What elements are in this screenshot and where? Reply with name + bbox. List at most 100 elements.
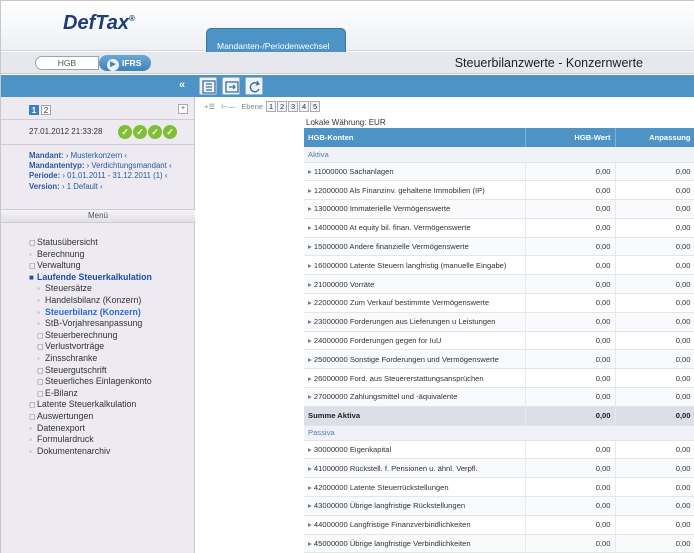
section-row-aktiva: Aktiva [304,147,694,163]
hgb-value-cell: 0,00 [525,274,616,295]
sum-row-aktiva: Summe Aktiva 0,00 0,00 [304,406,694,426]
table-row[interactable]: ▸ 24000000 Forderungen gegen for IuU 0,00… [304,331,694,351]
hgb-value-cell: 0,00 [525,349,616,370]
nav-verlustvortraege[interactable]: ◻Verlustvorträge [29,341,152,353]
nav-marker-icon: ◦ [29,446,32,456]
nav-statusuebersicht[interactable]: ◻Statusübersicht [29,237,152,249]
nav-steuergutschrift[interactable]: ◻Steuergutschrift [29,365,152,377]
export-button[interactable] [222,77,240,95]
nav-berechnung[interactable]: ◦ Berechnung [29,249,152,261]
collapse-all-button[interactable]: ⊢— [221,102,235,111]
page-1-button[interactable]: 1 [29,105,39,115]
nav-steuersaetze[interactable]: ◦ Steuersätze [29,283,152,295]
context-info: Mandant: › Musterkonzern ‹ Mandantentyp:… [29,151,172,192]
nav-label: StB-Vorjahresanpassung [45,318,143,329]
level-label: Ebene [241,102,264,111]
collapse-sidebar-icon[interactable]: « [179,79,185,91]
expand-all-button[interactable]: +☰ [204,102,215,111]
nav-steuerberechnung[interactable]: ◻Steuerberechnung [29,330,152,342]
level-bar: +☰ ⊢— Ebene 12345 [204,101,321,112]
nav-verwaltung[interactable]: ◻Verwaltung [29,260,152,272]
hgb-value-cell: 0,00 [525,515,616,535]
col-header-anpassung[interactable]: Anpassung [615,128,694,147]
table-row[interactable]: ▸ 11000000 Sachanlagen 0,00 0,00 [304,162,694,182]
refresh-button[interactable] [245,77,263,95]
mandantentyp-label: Mandantentyp: [29,161,85,171]
nav-dokumentenarchiv[interactable]: ◦ Dokumentenarchiv [29,446,152,458]
mandantentyp-line[interactable]: Mandantentyp: › Verdichtungsmandant ‹ [29,161,172,171]
table-row[interactable]: ▸ 13000000 Immaterielle Vermögenswerte 0,… [304,199,694,219]
adjustment-cell: 0,00 [615,496,694,516]
hgb-value-cell: 0,00 [525,387,616,407]
nav-zinsschranke[interactable]: ◦ Zinsschranke [29,353,152,365]
account-name: 11000000 Sachanlagen [313,166,394,176]
nav-e-bilanz[interactable]: ◻E-Bilanz [29,388,152,400]
nav-latente-steuerkalkulation[interactable]: ◻Latente Steuerkalkulation [29,399,152,411]
tree-view-icon [202,80,216,94]
account-cell: ▸ 44000000 Langfristige Finanzverbindlic… [304,515,526,535]
nav-label: Berechnung [37,248,85,259]
account-cell: ▸ 21000000 Vorräte [304,274,526,295]
tree-view-button[interactable] [199,77,217,95]
hgb-value-cell: 0,00 [525,180,616,201]
table-row[interactable]: ▸ 26000000 Ford. aus Steuererstattungsan… [304,368,694,389]
level-5-button[interactable]: 5 [310,101,321,112]
nav-handelsbilanz-konzern[interactable]: ◦ Handelsbilanz (Konzern) [29,295,152,307]
table-row[interactable]: ▸ 25000000 Sonstige Forderungen und Verm… [304,349,694,370]
nav-laufende-steuerkalkulation[interactable]: ■ Laufende Steuerkalkulation [29,272,152,284]
table-row[interactable]: ▸ 14000000 At equity bil. finan. Vermöge… [304,218,694,238]
nav-marker-icon: ◻ [29,400,36,410]
table-row[interactable]: ▸ 42000000 Latente Steuerrückstellungen 0… [304,477,694,498]
nav-datenexport[interactable]: ◦ Datenexport [29,423,152,435]
account-name: 41000000 Rückstell. f. Pensionen u. ähnl… [313,463,478,473]
table-row[interactable]: ▸ 21000000 Vorräte 0,00 0,00 [304,274,694,295]
table-row[interactable]: ▸ 27000000 Zahlungsmittel und -äquivalen… [304,387,694,407]
toolbar: « [1,75,694,97]
table-row[interactable]: ▸ 23000000 Forderungen aus Lieferungen u… [304,312,694,332]
nav-marker-icon: ◻ [29,261,36,271]
page-title: Steuerbilanzwerte - Konzernwerte [454,56,643,70]
nav-marker-icon: ◻ [37,342,44,352]
nav-steuerliches-einlagenkonto[interactable]: ◻Steuerliches Einlagenkonto [29,376,152,388]
hgb-toggle[interactable]: HGB [35,56,99,70]
page-2-button[interactable]: 2 [41,105,51,115]
account-name: 42000000 Latente Steuerrückstellungen [313,482,449,492]
col-header-hgb-konten[interactable]: HGB-Konten [304,128,526,147]
ifrs-label: IFRS [122,58,142,68]
hgb-value-cell: 0,00 [525,496,616,516]
table-row[interactable]: ▸ 16000000 Latente Steuern langfristig (… [304,255,694,276]
toggle-knob-icon: ▶ [107,59,119,71]
sidebar-add-button[interactable]: + [178,104,188,114]
status-checks: ✓ ✓ ✓ ✓ [118,122,178,140]
table-row[interactable]: ▸ 30000000 Eigenkapital 0,00 0,00 [304,440,694,460]
table-row[interactable]: ▸ 44000000 Langfristige Finanzverbindlic… [304,515,694,535]
section-label: Passiva [304,425,694,441]
account-cell: ▸ 16000000 Latente Steuern langfristig (… [304,255,526,276]
table-row[interactable]: ▸ 43000000 Übrige langfristige Rückstell… [304,496,694,516]
table-row[interactable]: ▸ 41000000 Rückstell. f. Pensionen u. äh… [304,458,694,479]
nav-stb-vorjahresanpassung[interactable]: ◦ StB-Vorjahresanpassung [29,318,152,330]
level-4-button[interactable]: 4 [299,101,310,112]
level-3-button[interactable]: 3 [288,101,299,112]
hgb-value-cell: 0,00 [525,477,616,498]
hgb-value-cell: 0,00 [525,440,616,460]
level-2-button[interactable]: 2 [277,101,288,112]
mandant-line[interactable]: Mandant: › Musterkonzern ‹ [29,151,172,161]
table-row[interactable]: ▸ 12000000 Als Finanzinv. gehaltene Immo… [304,180,694,201]
level-1-button[interactable]: 1 [266,101,277,112]
deftax-logo: DefTax® [63,12,135,35]
table-row[interactable]: ▸ 22000000 Zum Verkauf bestimmte Vermöge… [304,293,694,313]
adjustment-cell: 0,00 [615,162,694,182]
nav-auswertungen[interactable]: ◻Auswertungen [29,411,152,423]
sum-value: 0,00 [615,406,694,426]
col-header-hgb-wert[interactable]: HGB-Wert [525,128,616,147]
table-row[interactable]: ▸ 45000000 Übrige langfristige Verbindli… [304,534,694,553]
periode-line[interactable]: Periode: › 01.01.2011 - 31.12.2011 (1) ‹ [29,171,172,181]
ifrs-toggle[interactable]: ▶ IFRS [99,55,151,71]
nav-marker-icon: ◦ [37,319,40,329]
table-row[interactable]: ▸ 15000000 Andere finanzielle Vermögensw… [304,237,694,257]
nav-steuerbilanz-konzern[interactable]: ◦ Steuerbilanz (Konzern) [29,307,152,319]
nav-formulardruck[interactable]: ◦ Formulardruck [29,434,152,446]
tab-mandanten-periodenwechsel[interactable]: Mandanten-/Periodenwechsel [206,28,346,52]
version-line[interactable]: Version: › 1 Default ‹ [29,182,172,192]
